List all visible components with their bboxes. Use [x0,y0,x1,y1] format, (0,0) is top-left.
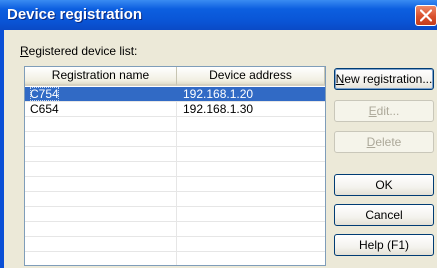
grid-line [25,221,325,222]
registration-name-cell: C654 [30,102,59,116]
registered-device-list[interactable]: Registration name Device address C754 19… [24,66,326,266]
delete-button[interactable]: Delete [334,131,434,153]
title-bar[interactable]: Device registration [0,0,437,30]
device-address-cell: 192.168.1.30 [183,102,254,116]
grid-line [25,236,325,237]
grid-line [25,191,325,192]
cancel-button[interactable]: Cancel [334,204,434,226]
table-row[interactable]: C754 192.168.1.20 [25,87,325,101]
table-row[interactable]: C654 192.168.1.30 [25,102,325,116]
device-address-cell: 192.168.1.20 [183,87,254,101]
list-header: Registration name Device address [25,67,325,86]
close-button[interactable] [415,5,437,26]
grid-line [25,161,325,162]
grid-line [25,206,325,207]
new-registration-button[interactable]: New registration... [334,68,434,90]
registered-device-list-label: Registered device list: [20,44,138,58]
grid-line [25,131,325,132]
grid-line [25,116,325,117]
help-button[interactable]: Help (F1) [334,234,434,256]
list-body: C754 192.168.1.20 C654 192.168.1.30 [25,87,325,265]
close-icon [420,9,432,22]
registration-name-cell: C754 [30,87,59,101]
dialog-title: Device registration [7,6,143,23]
edit-button[interactable]: Edit... [334,100,434,122]
device-registration-dialog: Device registration Registered device li… [0,0,437,268]
column-header-device-address[interactable]: Device address [177,67,325,86]
grid-line [25,146,325,147]
ok-button[interactable]: OK [334,174,434,196]
column-header-registration-name[interactable]: Registration name [25,67,177,86]
grid-line [25,176,325,177]
grid-line [25,251,325,252]
